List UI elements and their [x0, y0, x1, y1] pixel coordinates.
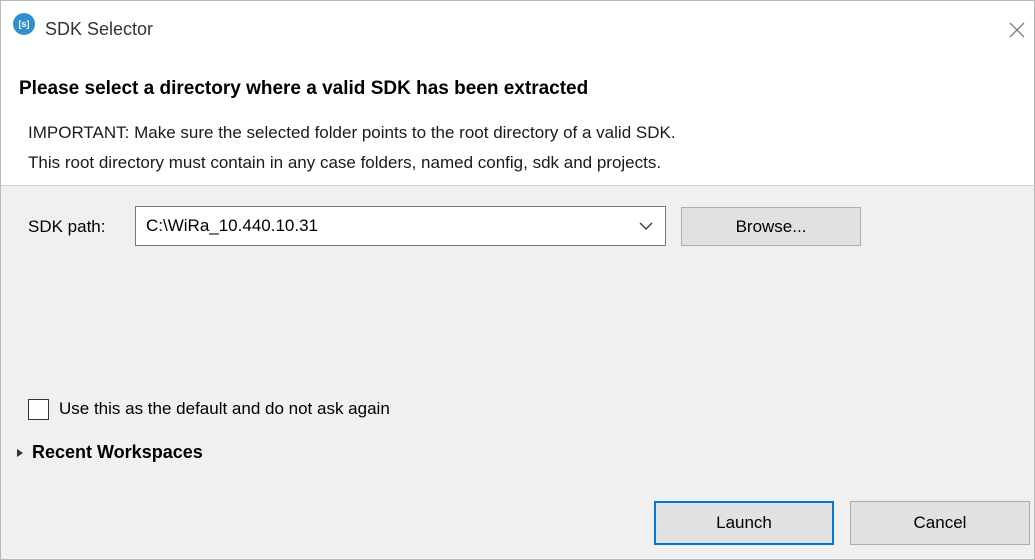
close-button[interactable]: [1000, 13, 1034, 47]
launch-button[interactable]: Launch: [654, 501, 834, 545]
chevron-down-icon[interactable]: [639, 221, 653, 231]
sdk-selector-dialog: [s] SDK Selector Please select a directo…: [0, 0, 1035, 560]
dialog-heading: Please select a directory where a valid …: [19, 78, 589, 99]
triangle-right-icon[interactable]: [16, 448, 24, 458]
close-icon[interactable]: [1000, 13, 1034, 47]
recent-workspaces-toggle[interactable]: Recent Workspaces: [32, 442, 203, 463]
sdk-path-value[interactable]: C:\WiRa_10.440.10.31: [146, 216, 318, 236]
description-line-1: IMPORTANT: Make sure the selected folder…: [28, 123, 676, 142]
default-checkbox-label[interactable]: Use this as the default and do not ask a…: [59, 399, 390, 419]
window-title: SDK Selector: [45, 19, 154, 39]
default-checkbox[interactable]: [28, 399, 49, 420]
browse-button[interactable]: Browse...: [681, 207, 861, 246]
title-bar: [s] SDK Selector: [1, 1, 1034, 57]
cancel-button[interactable]: Cancel: [850, 501, 1030, 545]
description-line-2: This root directory must contain in any …: [28, 153, 662, 172]
sdk-path-combobox[interactable]: C:\WiRa_10.440.10.31: [135, 206, 666, 246]
dialog-header: Please select a directory where a valid …: [1, 57, 1034, 186]
app-logo-icon: [s]: [13, 13, 35, 35]
sdk-path-label: SDK path:: [28, 217, 106, 236]
